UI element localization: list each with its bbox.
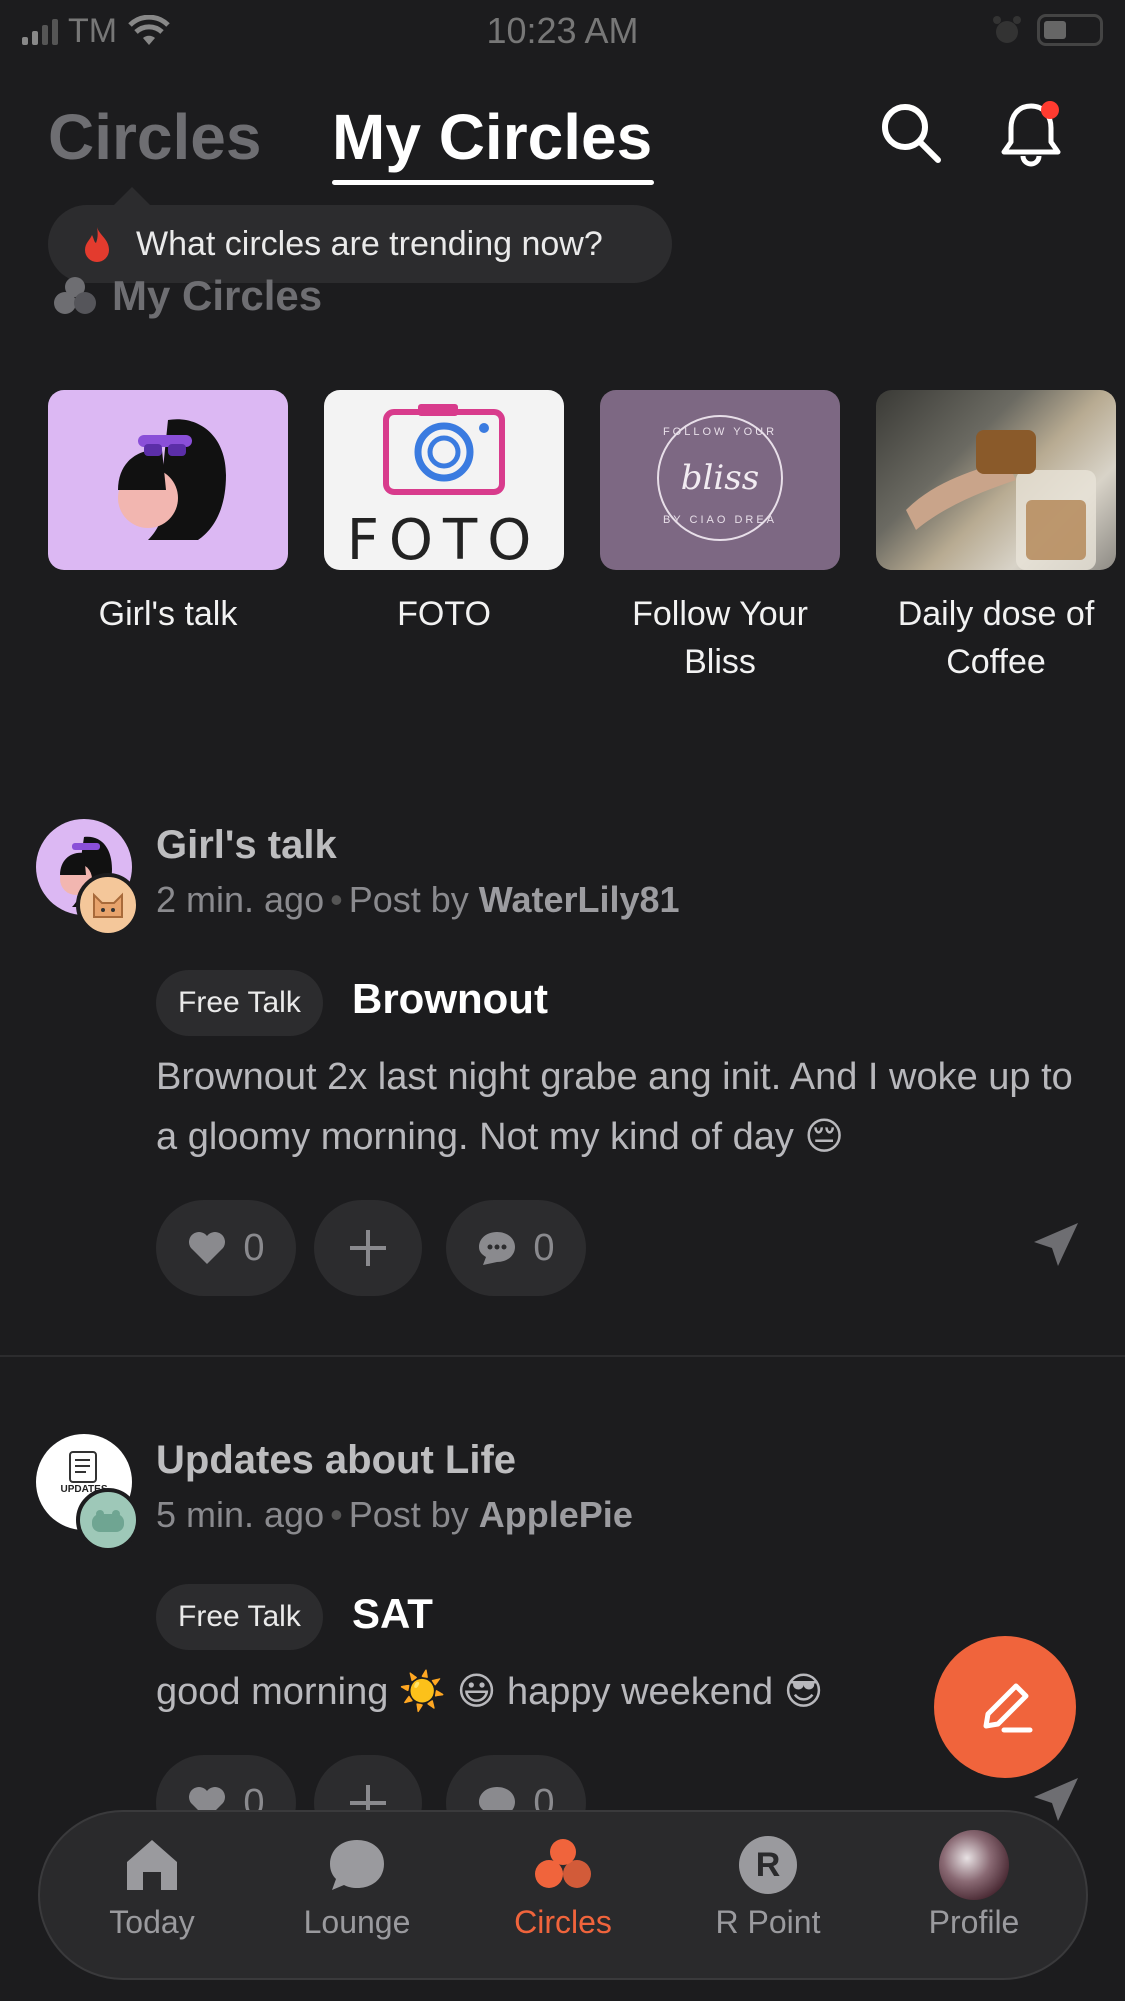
nav-circles[interactable]: Circles [478,1836,648,1941]
status-right [991,14,1103,46]
plus-icon [350,1230,386,1266]
trending-text: What circles are trending now? [136,224,603,263]
nav-label: Circles [514,1904,612,1940]
post-circle-name[interactable]: Updates about Life [156,1438,516,1483]
post-title: Brownout [352,975,548,1022]
circle-thumb-girls-talk [48,390,288,570]
post-circle-name[interactable]: Girl's talk [156,823,337,868]
bliss-logo-top: FOLLOW YOUR [662,426,778,438]
circle-label: Girl's talk [98,595,238,633]
bliss-logo-text: bliss [680,458,760,498]
circle-card-foto[interactable]: FOTO FOTO [324,390,564,638]
post-time: 2 min. ago [156,879,325,920]
compose-button[interactable] [934,1636,1076,1778]
bliss-logo-bottom: BY CIAO DREA [662,514,778,526]
nav-today[interactable]: Today [67,1836,237,1941]
post-time: 5 min. ago [156,1494,325,1535]
post-by-label: Post by [348,1494,469,1535]
user-avatar [76,1488,140,1552]
foto-logo-text: FOTO [346,508,542,570]
meta-separator: • [330,879,343,920]
circle-thumb-coffee [876,390,1116,570]
circle-label: Follow Your Bliss [632,595,808,681]
circle-label: Daily dose of Coffee [897,595,1095,681]
profile-avatar [939,1830,1009,1900]
circle-label: FOTO [397,595,491,633]
status-time: 10:23 AM [486,10,639,51]
post-author[interactable]: ApplePie [479,1494,633,1535]
bottom-nav: Today Lounge Circles R R Point Profile [38,1810,1088,1980]
user-avatar [76,873,140,937]
search-icon[interactable] [874,96,948,170]
circle-thumb-foto: FOTO [324,390,564,570]
post-card[interactable]: Girl's talk 2 min. ago • Post by WaterLily… [0,815,1125,1315]
post-meta: 5 min. ago • Post by ApplePie [156,1494,633,1536]
add-button[interactable] [314,1200,422,1296]
circles-group-icon [54,277,96,314]
meta-separator: • [330,1494,343,1535]
post-author[interactable]: WaterLily81 [479,879,680,920]
nav-lounge[interactable]: Lounge [272,1836,442,1941]
post-divider [0,1355,1125,1357]
section-title-text: My Circles [112,272,323,319]
comment-button[interactable]: 0 [446,1200,586,1296]
active-tab-indicator [332,180,654,185]
comment-count: 0 [533,1226,555,1269]
post-card[interactable]: UPDATES Updates about Life 5 min. ago • Po… [0,1430,1125,1851]
like-button[interactable]: 0 [156,1200,296,1296]
r-point-icon: R [739,1836,797,1894]
header: Circles My Circles [0,90,1125,200]
post-by-label: Post by [348,879,469,920]
post-body: Brownout 2x last night grabe ang init. A… [156,1056,1073,1158]
home-icon [127,1840,177,1890]
circle-card-daily-dose-of-coffee[interactable]: Daily dose of Coffee [876,390,1116,686]
share-icon[interactable] [1030,1220,1082,1270]
circles-icon [535,1839,591,1888]
my-circles-section-title: My Circles [52,272,322,320]
nav-label: Lounge [303,1904,411,1940]
fire-icon [85,227,109,262]
nav-label: Profile [928,1904,1020,1940]
nav-label: R Point [715,1904,821,1940]
tab-my-circles[interactable]: My Circles [332,100,652,174]
notification-dot [1041,101,1059,119]
tab-circles[interactable]: Circles [48,100,261,174]
post-title: SAT [352,1590,433,1637]
r-point-letter: R [755,1845,781,1884]
status-bar: TM 10:23 AM [0,0,1125,60]
nav-profile[interactable]: Profile [889,1830,1059,1941]
coffee-photo [906,430,1096,570]
comment-icon [479,1232,516,1265]
nav-r-point[interactable]: R R Point [683,1836,853,1941]
bell-icon[interactable] [994,96,1068,170]
circle-card-girls-talk[interactable]: Girl's talk [48,390,288,638]
chat-bubble-icon [330,1840,384,1890]
circle-thumb-bliss: FOLLOW YOUR bliss BY CIAO DREA [600,390,840,570]
girl-illustration [118,419,226,540]
post-tag: Free Talk [156,970,323,1036]
nav-label: Today [109,1904,195,1940]
circle-card-follow-your-bliss[interactable]: FOLLOW YOUR bliss BY CIAO DREA Follow Yo… [600,390,840,686]
battery-icon [1037,14,1103,46]
like-count: 0 [243,1226,265,1269]
post-meta: 2 min. ago • Post by WaterLily81 [156,879,680,921]
pencil-icon [983,1683,1033,1733]
heart-icon [189,1232,226,1264]
alarm-icon [993,16,1021,43]
post-tag: Free Talk [156,1584,323,1650]
